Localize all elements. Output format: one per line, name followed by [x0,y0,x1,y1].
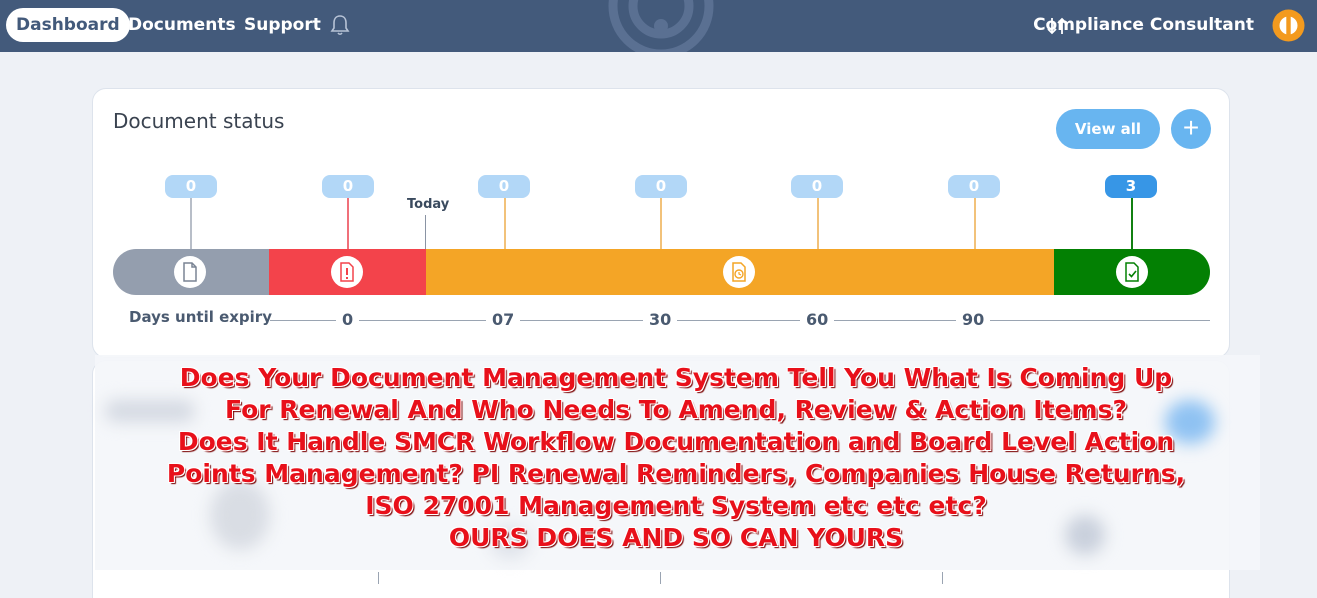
count-stem [190,198,192,249]
count-pill-30-60-days[interactable]: 0 [791,175,843,198]
axis-tick-label: 90 [956,310,991,329]
count-stem [1131,198,1133,249]
promo-line: OURS DOES AND SO CAN YOURS [448,523,904,552]
promo-line: For Renewal And Who Needs To Amend, Revi… [225,395,1127,424]
divider-tick [942,572,943,584]
count-stem [817,198,819,249]
count-pill-7-30-days[interactable]: 0 [635,175,687,198]
add-document-button[interactable]: + [1171,109,1211,149]
count-pill-60-90-days[interactable]: 0 [948,175,1000,198]
promo-line: Does It Handle SMCR Workflow Documentati… [177,427,1175,456]
divider-tick [378,572,379,584]
segment-no-expiry[interactable] [113,249,269,295]
axis-title: Days until expiry [129,308,272,326]
divider-tick [660,572,661,584]
top-nav: Dashboard Documents Support Compliance C… [0,0,1317,52]
expiry-status-bar [113,249,1210,295]
tab-dashboard[interactable]: Dashboard [6,8,130,42]
count-stem [974,198,976,249]
alert-document-icon [331,256,363,288]
count-stem [660,198,662,249]
axis-tick-label: 30 [643,310,678,329]
count-pill-expired[interactable]: 0 [322,175,374,198]
count-stem [504,198,506,249]
document-icon [174,256,206,288]
count-pill-no-expiry[interactable]: 0 [165,175,217,198]
tab-documents[interactable]: Documents [118,8,246,42]
tab-support[interactable]: Support [234,8,331,42]
count-pill-0-7-days[interactable]: 0 [478,175,530,198]
promo-overlay-text: Does Your Document Management System Tel… [150,362,1202,554]
segment-expiring[interactable] [426,249,1054,295]
axis-tick-label: 60 [800,310,835,329]
bell-icon[interactable] [330,14,350,36]
document-status-card: Document status View all + 0 0 Today 0 0… [92,88,1230,358]
axis-tick-label: 07 [486,310,521,329]
axis-tick-label: 0 [336,310,360,329]
check-document-icon [1116,256,1148,288]
user-role-menu[interactable]: Compliance Consultant [1033,8,1254,42]
segment-valid[interactable] [1054,249,1210,295]
today-marker-label: Today [407,197,450,212]
count-stem [347,198,349,249]
axis-line [270,320,1210,321]
clock-document-icon [723,256,755,288]
user-avatar-icon[interactable] [1272,9,1305,42]
view-all-button[interactable]: View all [1056,109,1160,149]
card-title: Document status [113,109,285,133]
promo-line: ISO 27001 Management System etc etc etc? [365,491,987,520]
promo-line: Does Your Document Management System Tel… [179,363,1173,392]
brand-logo-watermark-icon [608,0,714,52]
promo-line: Points Management? PI Renewal Reminders,… [166,459,1186,488]
segment-expired[interactable] [269,249,426,295]
today-marker-line [425,215,426,249]
count-pill-valid[interactable]: 3 [1105,175,1157,198]
